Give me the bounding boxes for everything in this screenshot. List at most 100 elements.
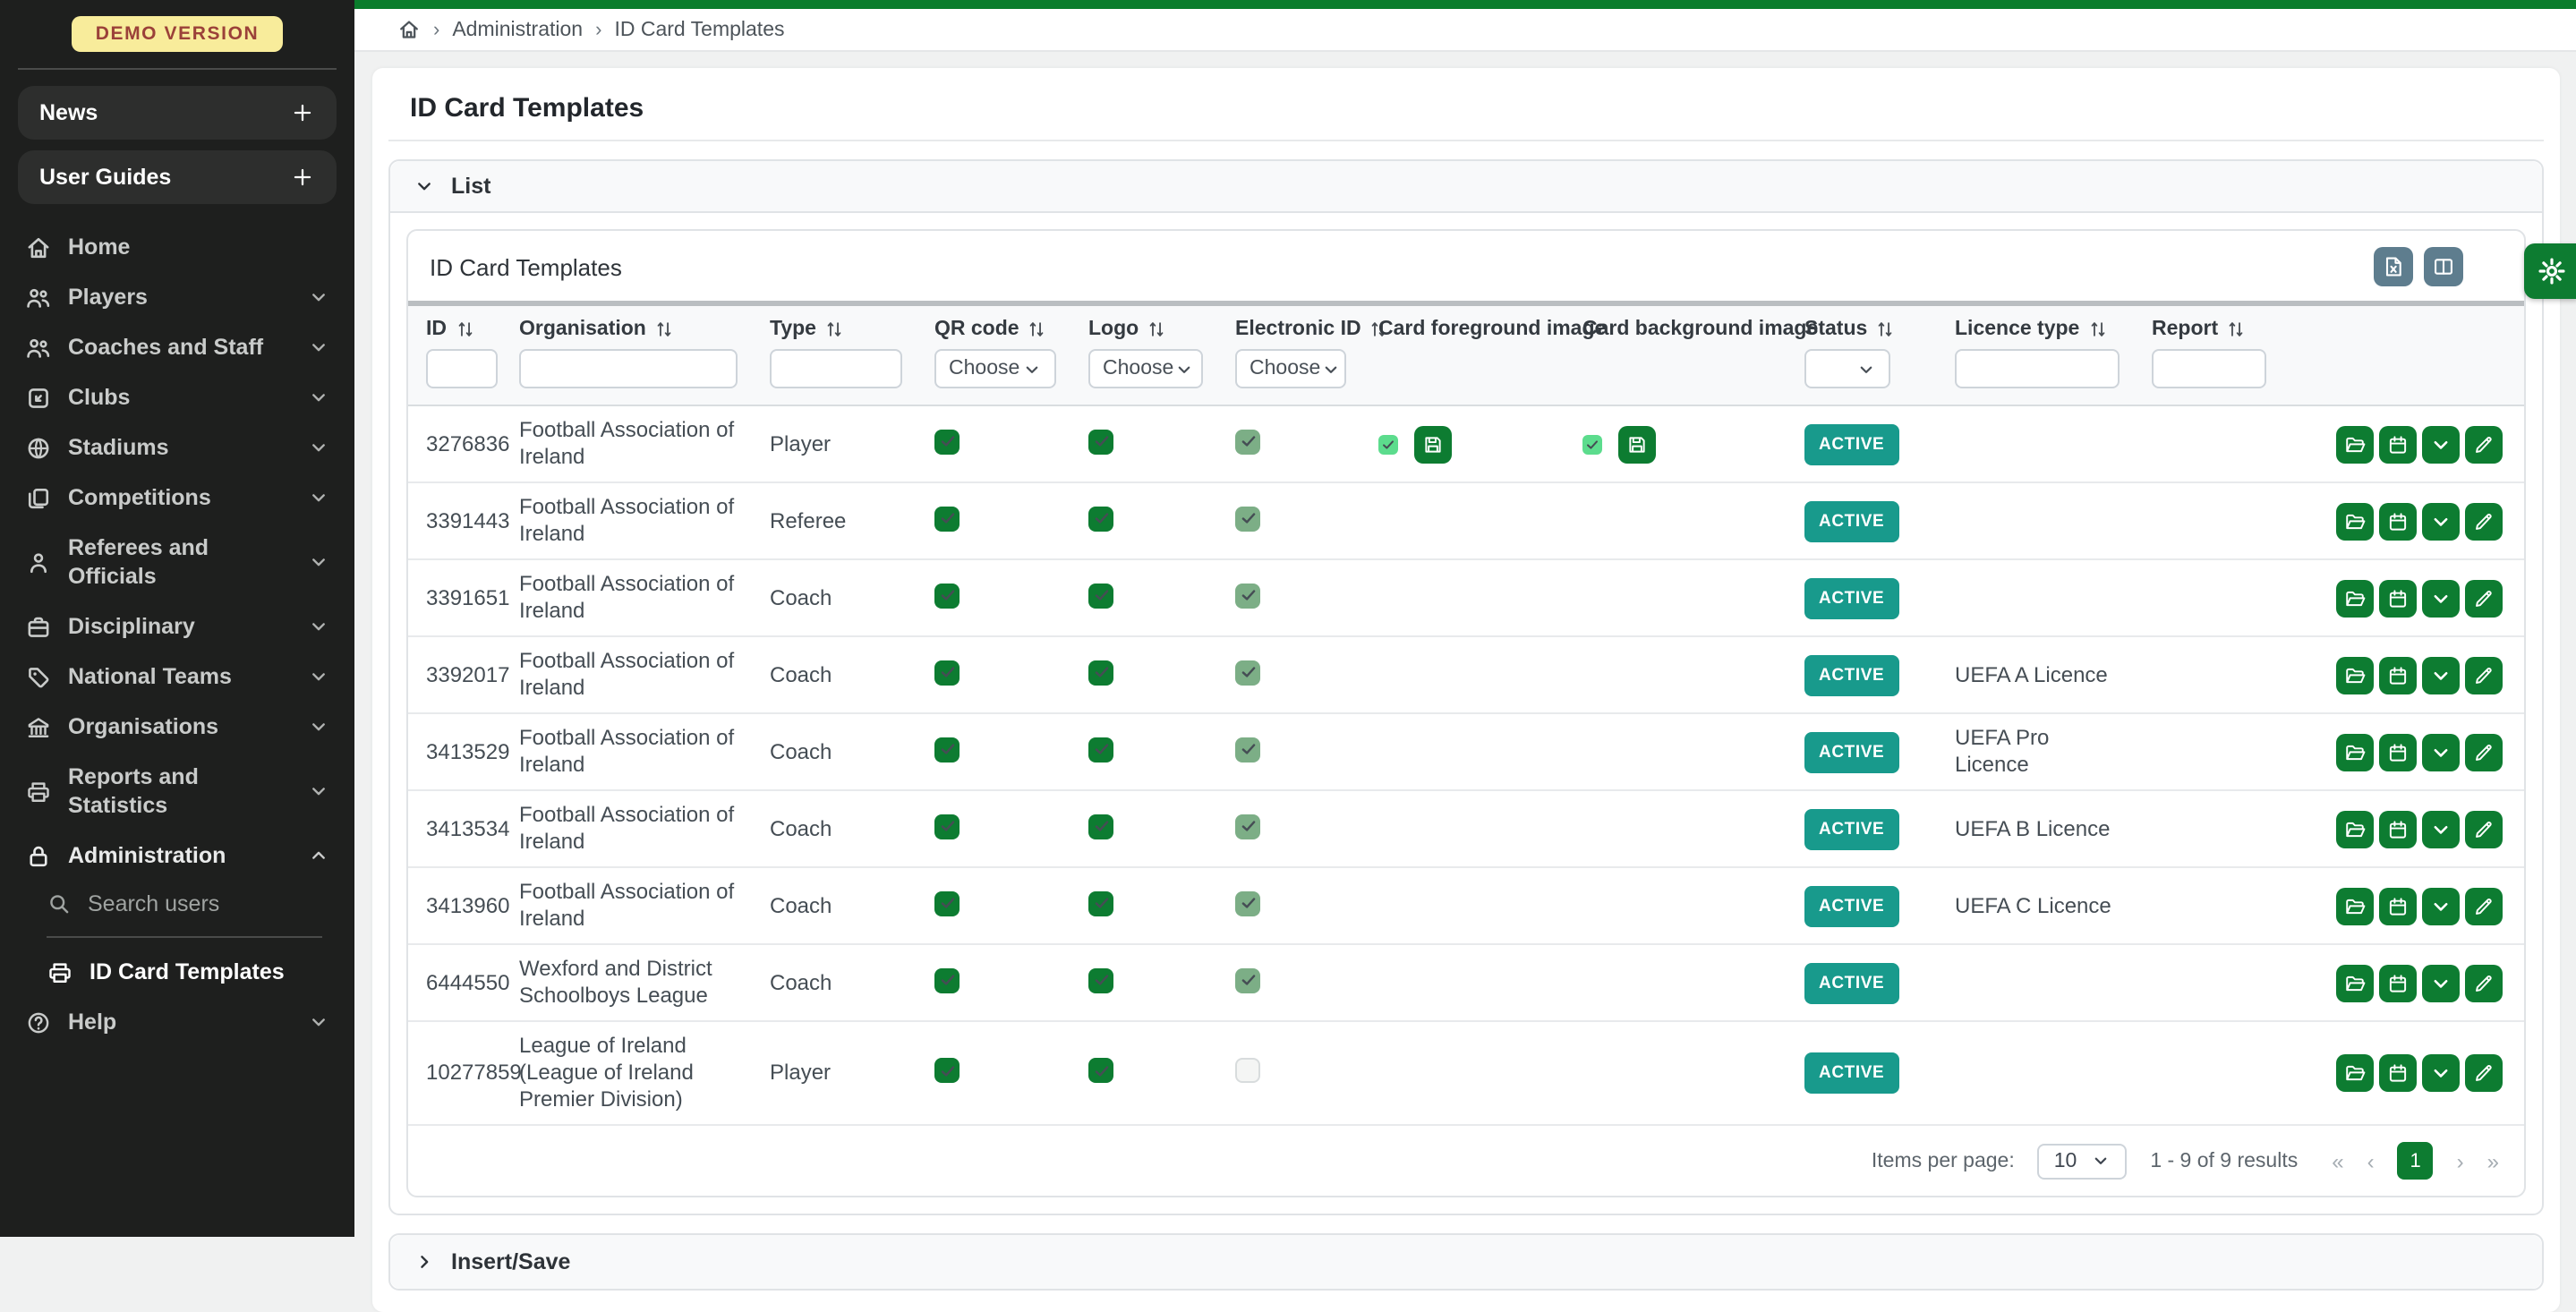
column-header-logo[interactable]: Logo bbox=[1070, 303, 1217, 344]
sidebar-item-referees-and-officials[interactable]: Referees and Officials bbox=[0, 523, 354, 601]
card-background-checkbox[interactable] bbox=[1582, 434, 1602, 454]
last-page-button[interactable]: » bbox=[2487, 1148, 2499, 1173]
expand-button[interactable] bbox=[2422, 887, 2460, 924]
licence-type-filter-input[interactable] bbox=[1955, 349, 2120, 388]
checkbox-checked[interactable] bbox=[934, 660, 960, 686]
sort-icon[interactable] bbox=[1146, 319, 1167, 340]
checkbox-checked[interactable] bbox=[1235, 968, 1260, 993]
checkbox-checked[interactable] bbox=[934, 737, 960, 762]
sidebar-item-reports-and-statistics[interactable]: Reports and Statistics bbox=[0, 752, 354, 831]
breadcrumb-item-administration[interactable]: Administration bbox=[452, 19, 583, 40]
checkbox-checked[interactable] bbox=[1235, 737, 1260, 762]
open-button[interactable] bbox=[2336, 425, 2374, 463]
checkbox-checked[interactable] bbox=[934, 507, 960, 532]
organisation-filter-input[interactable] bbox=[519, 349, 738, 388]
next-page-button[interactable]: › bbox=[2457, 1148, 2464, 1173]
checkbox-checked[interactable] bbox=[1235, 660, 1260, 686]
sidebar-item-coaches-and-staff[interactable]: Coaches and Staff bbox=[0, 322, 354, 372]
sort-icon[interactable] bbox=[2086, 319, 2108, 340]
sidebar-item-national-teams[interactable]: National Teams bbox=[0, 652, 354, 702]
expand-button[interactable] bbox=[2422, 656, 2460, 694]
edit-button[interactable] bbox=[2465, 733, 2503, 771]
column-header-licence-type[interactable]: Licence type bbox=[1937, 303, 2134, 344]
open-button[interactable] bbox=[2336, 887, 2374, 924]
edit-button[interactable] bbox=[2465, 579, 2503, 617]
insert-save-toggle[interactable]: Insert/Save bbox=[390, 1235, 2542, 1289]
file-excel-icon[interactable] bbox=[2374, 247, 2413, 286]
sidebar-item-organisations[interactable]: Organisations bbox=[0, 702, 354, 752]
expand-button[interactable] bbox=[2422, 1054, 2460, 1092]
plus-icon[interactable] bbox=[290, 165, 315, 190]
column-header-report[interactable]: Report bbox=[2134, 303, 2281, 344]
edit-button[interactable] bbox=[2465, 964, 2503, 1001]
sidebar-item-home[interactable]: Home bbox=[0, 222, 354, 272]
expand-button[interactable] bbox=[2422, 810, 2460, 848]
checkbox-checked[interactable] bbox=[934, 891, 960, 916]
checkbox-checked[interactable] bbox=[1088, 737, 1113, 762]
sort-icon[interactable] bbox=[1027, 319, 1048, 340]
checkbox-checked[interactable] bbox=[934, 968, 960, 993]
checkbox-checked[interactable] bbox=[934, 584, 960, 609]
gear-icon[interactable] bbox=[2524, 243, 2576, 299]
print-card-button[interactable] bbox=[2379, 579, 2417, 617]
expand-button[interactable] bbox=[2422, 579, 2460, 617]
checkbox-checked[interactable] bbox=[1088, 507, 1113, 532]
checkbox-checked[interactable] bbox=[934, 814, 960, 839]
print-card-button[interactable] bbox=[2379, 887, 2417, 924]
column-header-status[interactable]: Status bbox=[1787, 303, 1937, 344]
page-1-button[interactable]: 1 bbox=[2398, 1142, 2434, 1180]
column-header-qr-code[interactable]: QR code bbox=[917, 303, 1070, 344]
breadcrumb-item-id-card-templates[interactable]: ID Card Templates bbox=[614, 19, 784, 40]
checkbox-checked[interactable] bbox=[1088, 430, 1113, 455]
status-filter-select[interactable] bbox=[1804, 349, 1890, 388]
checkbox-checked[interactable] bbox=[1088, 660, 1113, 686]
sort-icon[interactable] bbox=[1874, 319, 1896, 340]
save-card-background-button[interactable] bbox=[1618, 425, 1656, 463]
sidebar-item-administration[interactable]: Administration bbox=[0, 831, 354, 881]
edit-button[interactable] bbox=[2465, 810, 2503, 848]
edit-button[interactable] bbox=[2465, 1054, 2503, 1092]
open-button[interactable] bbox=[2336, 579, 2374, 617]
report-filter-input[interactable] bbox=[2152, 349, 2266, 388]
save-card-foreground-button[interactable] bbox=[1414, 425, 1452, 463]
print-card-button[interactable] bbox=[2379, 1054, 2417, 1092]
checkbox-checked[interactable] bbox=[934, 1059, 960, 1084]
expand-button[interactable] bbox=[2422, 425, 2460, 463]
checkbox-checked[interactable] bbox=[1235, 891, 1260, 916]
checkbox-checked[interactable] bbox=[1088, 814, 1113, 839]
electronic-id-filter-select[interactable]: Choose bbox=[1235, 349, 1346, 388]
sort-icon[interactable] bbox=[2225, 319, 2247, 340]
plus-icon[interactable] bbox=[290, 100, 315, 125]
sidebar-search-users[interactable]: Search users bbox=[0, 881, 354, 927]
column-header-type[interactable]: Type bbox=[752, 303, 917, 344]
column-header-id[interactable]: ID bbox=[408, 303, 501, 344]
edit-button[interactable] bbox=[2465, 656, 2503, 694]
edit-button[interactable] bbox=[2465, 425, 2503, 463]
print-card-button[interactable] bbox=[2379, 964, 2417, 1001]
open-button[interactable] bbox=[2336, 656, 2374, 694]
checkbox-checked[interactable] bbox=[1235, 584, 1260, 609]
expand-button[interactable] bbox=[2422, 733, 2460, 771]
print-card-button[interactable] bbox=[2379, 425, 2417, 463]
sidebar-card-user-guides[interactable]: User Guides bbox=[18, 150, 337, 204]
sidebar-card-news[interactable]: News bbox=[18, 86, 337, 140]
expand-button[interactable] bbox=[2422, 964, 2460, 1001]
open-button[interactable] bbox=[2336, 1054, 2374, 1092]
qr-filter-select[interactable]: Choose bbox=[934, 349, 1056, 388]
checkbox-unchecked[interactable] bbox=[1235, 1057, 1260, 1082]
sidebar-item-disciplinary[interactable]: Disciplinary bbox=[0, 601, 354, 652]
list-panel-toggle[interactable]: List bbox=[390, 161, 2542, 213]
prev-page-button[interactable]: ‹ bbox=[2367, 1148, 2375, 1173]
sidebar-item-competitions[interactable]: Competitions bbox=[0, 473, 354, 523]
sidebar-item-clubs[interactable]: Clubs bbox=[0, 372, 354, 422]
edit-button[interactable] bbox=[2465, 502, 2503, 540]
sort-icon[interactable] bbox=[823, 319, 845, 340]
open-button[interactable] bbox=[2336, 810, 2374, 848]
edit-button[interactable] bbox=[2465, 887, 2503, 924]
logo-filter-select[interactable]: Choose bbox=[1088, 349, 1203, 388]
open-button[interactable] bbox=[2336, 964, 2374, 1001]
sidebar-item-help[interactable]: Help bbox=[0, 997, 354, 1047]
print-card-button[interactable] bbox=[2379, 810, 2417, 848]
type-filter-input[interactable] bbox=[770, 349, 902, 388]
open-button[interactable] bbox=[2336, 502, 2374, 540]
